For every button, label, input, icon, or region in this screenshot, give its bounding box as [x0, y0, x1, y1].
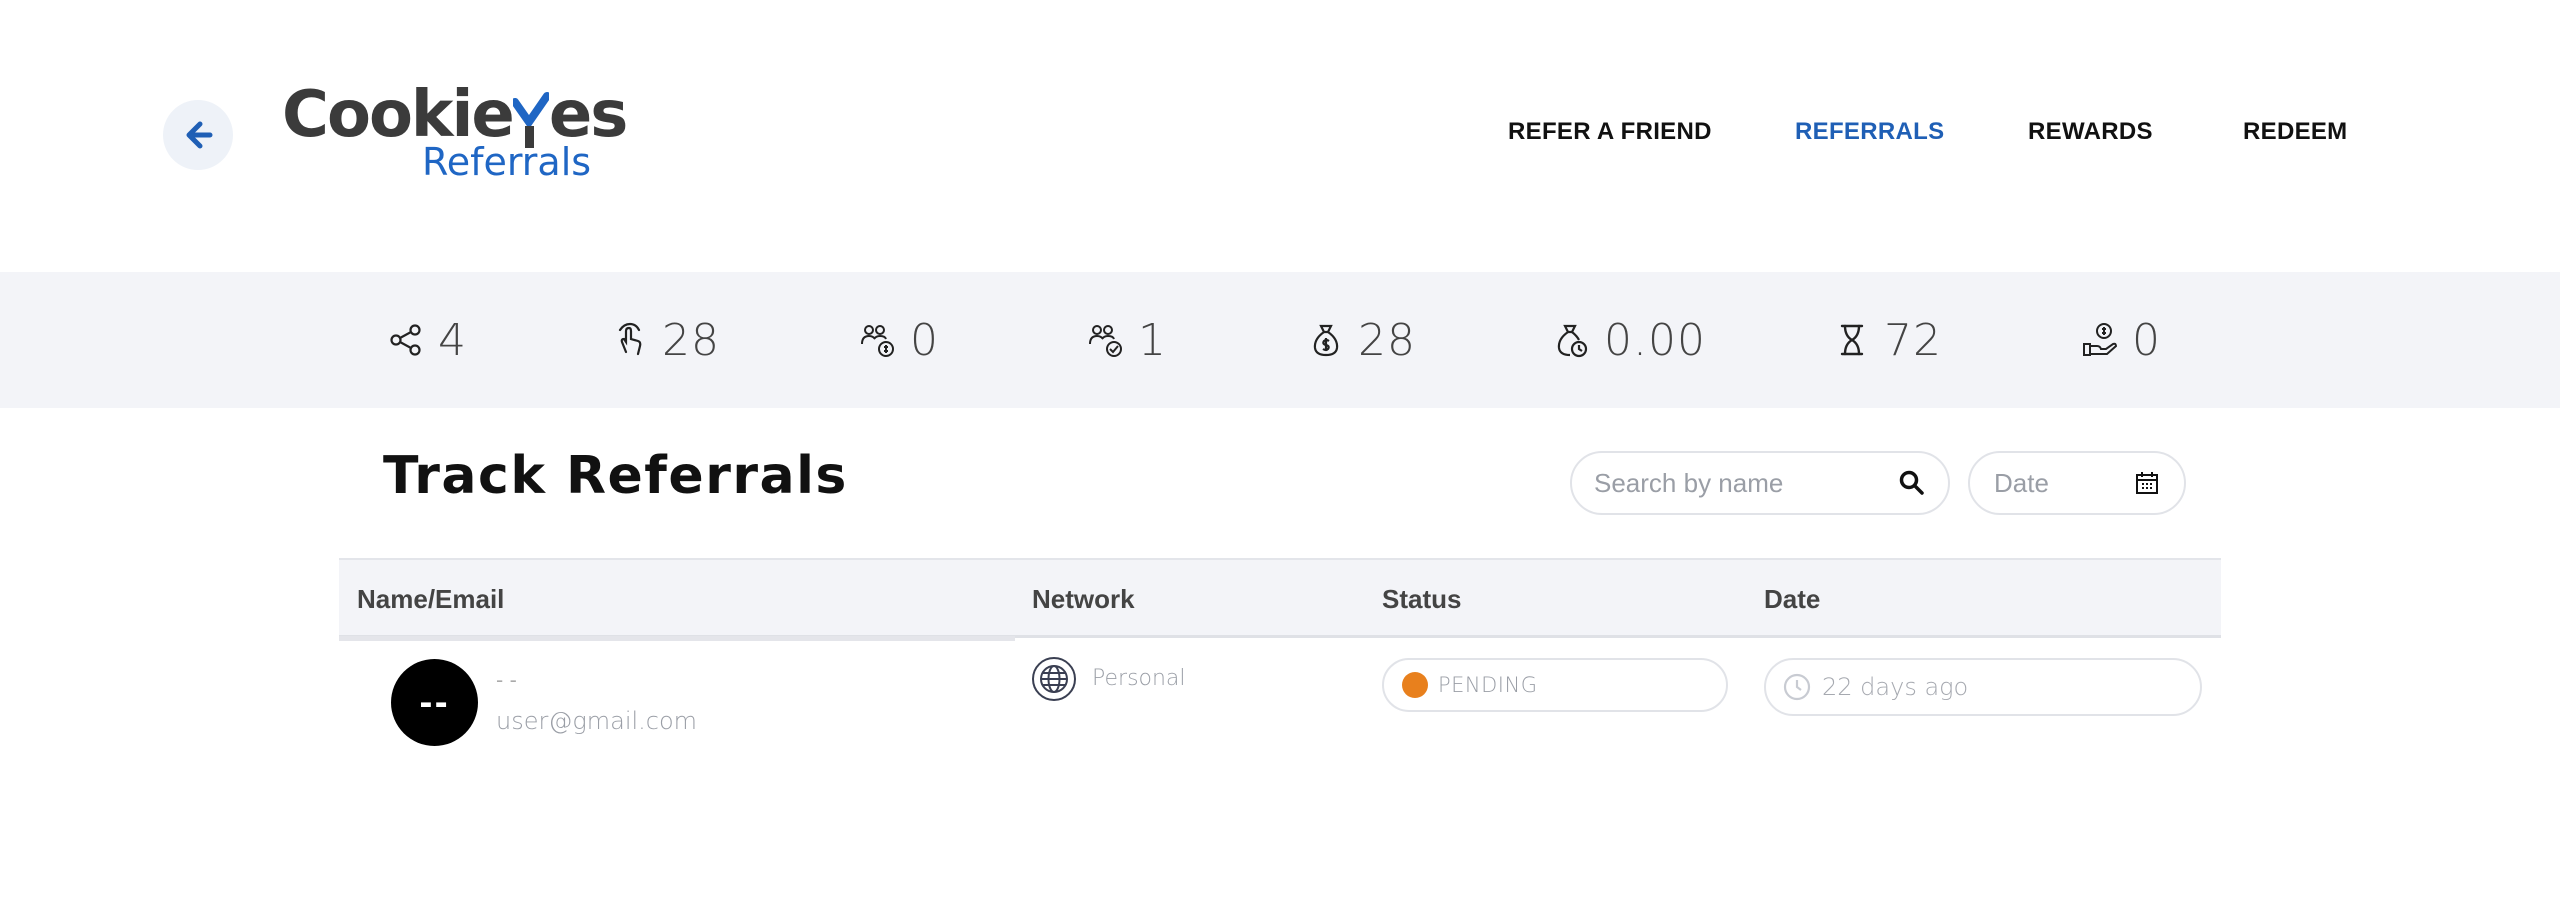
globe-icon: [1032, 657, 1076, 701]
stats-bar: 4 28 0 1 28 0.00 72 0: [0, 272, 2560, 408]
date-badge: 22 days ago: [1764, 658, 2202, 716]
main-nav: REFER A FRIEND REFERRALS REWARDS REDEEM: [0, 118, 2560, 158]
stat-redeemed: 0: [2082, 312, 2161, 368]
money-bag-icon: [1313, 324, 1339, 357]
stat-value: 0: [910, 314, 939, 366]
users-check-icon: [1089, 325, 1122, 357]
stat-value: 0.00: [1604, 314, 1706, 366]
date-text: 22 days ago: [1822, 673, 1969, 701]
nav-rewards[interactable]: REWARDS: [2028, 118, 2153, 146]
stat-pending-earnings: 0.00: [1554, 312, 1706, 368]
date-input[interactable]: [1994, 467, 2124, 499]
stat-value: 28: [1358, 314, 1416, 366]
search-box: [1570, 451, 1950, 515]
stat-value: 0: [2132, 314, 2161, 366]
stat-users-converted: 1: [1088, 312, 1167, 368]
referral-email: user@gmail.com: [496, 707, 698, 735]
status-text: PENDING: [1438, 673, 1538, 697]
stat-clicks: 28: [612, 312, 720, 368]
calendar-icon[interactable]: [2134, 470, 2160, 496]
click-icon: [618, 322, 642, 356]
column-status[interactable]: Status: [1382, 584, 1461, 615]
column-network[interactable]: Network: [1032, 584, 1135, 615]
hand-coin-icon: [2083, 323, 2118, 356]
stat-shares: 4: [388, 312, 467, 368]
stat-earnings: 28: [1308, 312, 1416, 368]
stat-value: 72: [1884, 314, 1942, 366]
users-money-icon: [861, 325, 894, 357]
clock-icon: [1783, 673, 1811, 701]
network-label: Personal: [1092, 666, 1186, 691]
page-title: Track Referrals: [383, 446, 848, 506]
nav-refer-a-friend[interactable]: REFER A FRIEND: [1508, 118, 1712, 146]
stat-users-money: 0: [860, 312, 939, 368]
stat-value: 28: [662, 314, 720, 366]
share-icon: [390, 324, 421, 356]
status-badge: PENDING: [1382, 658, 1728, 712]
column-name-email[interactable]: Name/Email: [357, 584, 504, 615]
search-input[interactable]: [1594, 467, 1894, 499]
stat-days-left: 72: [1834, 312, 1942, 368]
hourglass-icon: [1840, 324, 1864, 356]
column-sort-indicator: [339, 636, 1015, 641]
stat-value: 1: [1138, 314, 1167, 366]
table-header: Name/Email Network Status Date: [339, 558, 2221, 638]
money-bag-clock-icon: [1557, 324, 1588, 358]
nav-redeem[interactable]: REDEEM: [2243, 118, 2347, 146]
referral-name: - -: [496, 668, 517, 692]
search-icon[interactable]: [1898, 469, 1926, 497]
header: Cookie es Referrals REFER A FRIEND REFERR…: [0, 0, 2560, 272]
column-date[interactable]: Date: [1764, 584, 1820, 615]
date-filter: [1968, 451, 2186, 515]
avatar: --: [391, 659, 478, 746]
stat-value: 4: [438, 314, 467, 366]
nav-referrals[interactable]: REFERRALS: [1795, 118, 1944, 146]
status-dot: [1402, 672, 1428, 698]
